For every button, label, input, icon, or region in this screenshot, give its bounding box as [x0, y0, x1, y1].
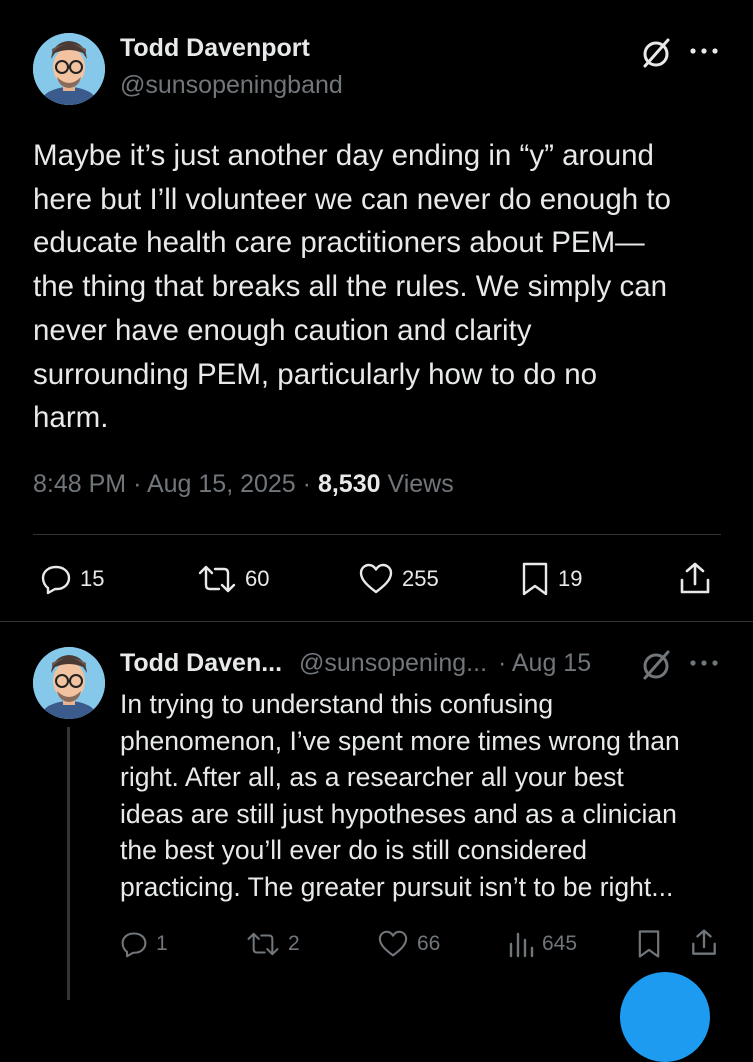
reply-count: 15 — [80, 566, 105, 591]
post-date[interactable]: · Aug 15 — [498, 649, 591, 677]
repost-icon — [247, 932, 279, 956]
post-text-line: surrounding PEM, particularly how to do … — [33, 357, 598, 391]
author-handle[interactable]: @sunsopeningband — [120, 71, 343, 100]
grok-icon[interactable] — [639, 648, 673, 687]
post-text-line: In trying to understand this confusing — [120, 689, 554, 719]
views-button[interactable]: 645 — [508, 930, 577, 958]
more-icon[interactable] — [688, 44, 722, 63]
share-icon — [692, 929, 716, 955]
divider — [33, 534, 721, 535]
post-text-line: right. After all, as a researcher all yo… — [120, 762, 624, 793]
post-text-line: never have enough caution and clarity — [33, 313, 532, 347]
grok-icon[interactable] — [639, 36, 673, 75]
post-text: Maybe it’s just another day ending in “y… — [33, 134, 671, 440]
avatar[interactable] — [33, 647, 105, 719]
like-icon — [378, 930, 408, 957]
post-text-line: educate health care practitioners about … — [33, 226, 645, 260]
views-count: 645 — [542, 932, 578, 955]
bookmark-icon — [638, 930, 660, 958]
avatar[interactable] — [33, 33, 105, 105]
repost-button[interactable]: 60 — [197, 563, 269, 595]
post-text-line: the best you’ll ever do is still conside… — [120, 835, 587, 866]
post-text-line: here but I’ll volunteer we can never do … — [33, 182, 671, 216]
views-icon — [509, 932, 534, 958]
reply-icon — [41, 565, 71, 595]
post-meta: 8:48 PM · Aug 15, 2025 · 8,530 Views — [33, 470, 454, 499]
avatar-image — [33, 33, 105, 105]
post-text-line: practicing. The greater pursuit isn’t to… — [120, 871, 674, 902]
reply-count: 1 — [156, 932, 168, 955]
share-button[interactable] — [690, 928, 718, 963]
views-count[interactable]: 8,530 — [318, 470, 381, 498]
avatar-image — [33, 647, 105, 719]
post-text-line: harm. — [33, 401, 109, 435]
more-icon[interactable] — [688, 656, 722, 675]
repost-button[interactable]: 2 — [246, 930, 300, 958]
post-text-line: Maybe it’s just another day ending in “y… — [33, 139, 654, 172]
repost-count: 2 — [288, 932, 300, 955]
meta-separator: · — [302, 470, 311, 498]
post-text-line: the thing that breaks all the rules. We … — [33, 270, 668, 304]
reply-header: Todd Daven... @sunsopening... · Aug 15 — [120, 649, 591, 678]
like-icon — [359, 563, 393, 594]
bookmark-button[interactable] — [636, 929, 662, 964]
thread-line — [67, 727, 70, 1000]
post-time[interactable]: 8:48 PM — [33, 470, 126, 498]
post-text: In trying to understand this confusing p… — [120, 686, 680, 906]
meta-separator: · — [133, 470, 142, 498]
reply-icon — [121, 932, 147, 958]
share-button[interactable] — [678, 561, 712, 602]
divider — [0, 621, 753, 622]
author-handle[interactable]: @sunsopening... — [299, 649, 487, 677]
bookmark-icon — [522, 562, 548, 596]
post-text-line: ideas are still just hypotheses and as a… — [120, 798, 677, 829]
reply-button[interactable]: 1 — [120, 930, 168, 958]
like-button[interactable]: 66 — [377, 930, 440, 958]
like-button[interactable]: 255 — [358, 563, 439, 595]
views-label: Views — [387, 470, 454, 498]
bookmark-count: 19 — [558, 566, 583, 591]
repost-count: 60 — [245, 566, 270, 591]
like-count: 255 — [402, 566, 439, 591]
bookmark-button[interactable]: 19 — [520, 561, 582, 597]
author-name[interactable]: Todd Davenport — [120, 34, 310, 63]
post-text-line: phenomenon, I’ve spent more times wrong … — [120, 725, 680, 756]
repost-icon — [198, 565, 236, 593]
compose-fab-icon[interactable] — [620, 972, 710, 1062]
reply-button[interactable]: 15 — [40, 563, 104, 595]
post-date[interactable]: Aug 15, 2025 — [147, 470, 296, 498]
share-icon — [680, 562, 710, 594]
author-name[interactable]: Todd Daven... — [120, 649, 282, 677]
like-count: 66 — [417, 932, 441, 955]
